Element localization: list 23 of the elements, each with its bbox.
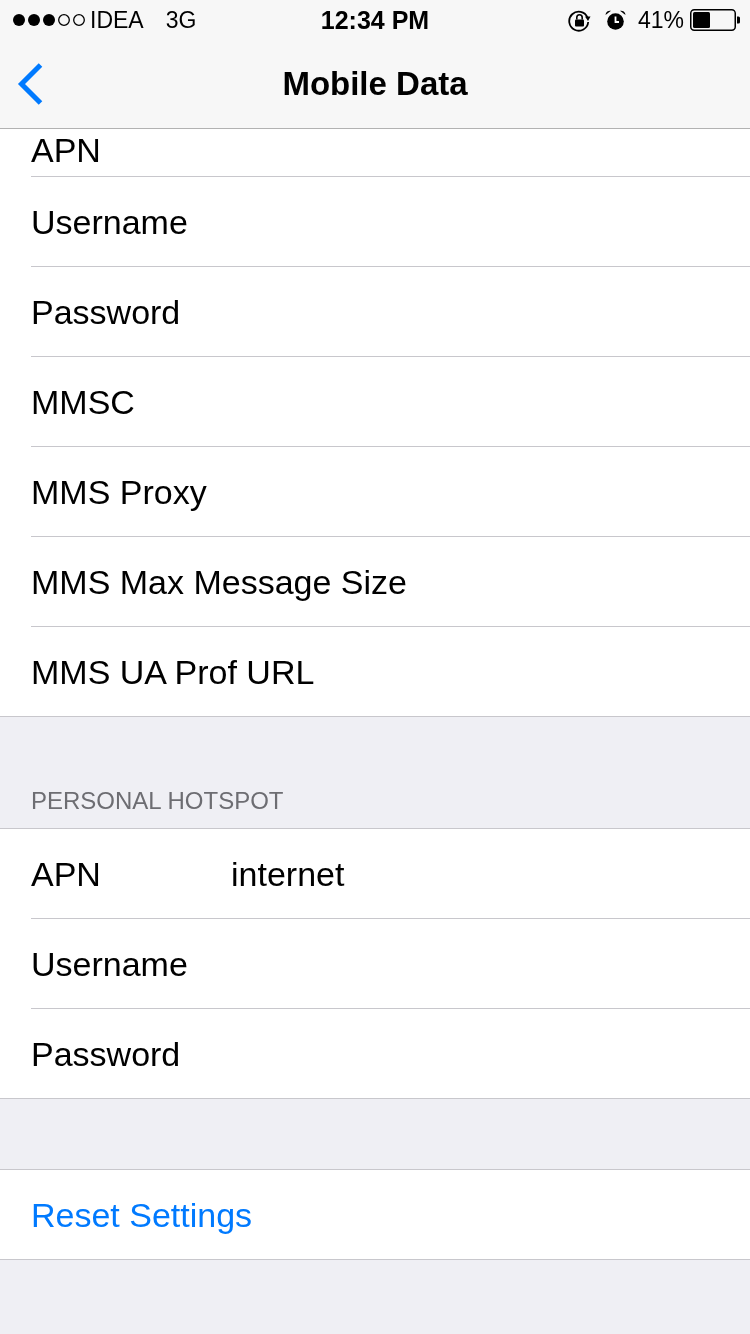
- field-label: MMS Max Message Size: [31, 561, 407, 602]
- signal-strength-icon: [13, 14, 85, 26]
- screen-title: Mobile Data: [282, 64, 468, 104]
- field-label: Password: [31, 291, 181, 332]
- field-label: APN: [31, 853, 101, 894]
- battery-icon: [690, 9, 740, 31]
- carrier-name: IDEA: [90, 6, 144, 34]
- back-button[interactable]: [17, 63, 43, 105]
- alarm-clock-icon: [604, 10, 626, 30]
- network-type: 3G: [165, 6, 197, 34]
- section-header: PERSONAL HOTSPOT: [31, 787, 284, 815]
- rotation-lock-icon: [567, 8, 591, 32]
- field-label: Password: [31, 1033, 181, 1074]
- status-time: 12:34 PM: [320, 6, 430, 34]
- field-value[interactable]: internet: [231, 853, 345, 894]
- field-label: APN: [31, 130, 101, 170]
- field-label: MMS Proxy: [31, 471, 207, 512]
- chevron-left-icon: [17, 63, 43, 105]
- battery-percentage: 41%: [637, 6, 684, 34]
- field-label: MMS UA Prof URL: [31, 651, 315, 692]
- field-label: Username: [31, 201, 188, 242]
- field-label: Username: [31, 943, 188, 984]
- field-label: MMSC: [31, 381, 135, 422]
